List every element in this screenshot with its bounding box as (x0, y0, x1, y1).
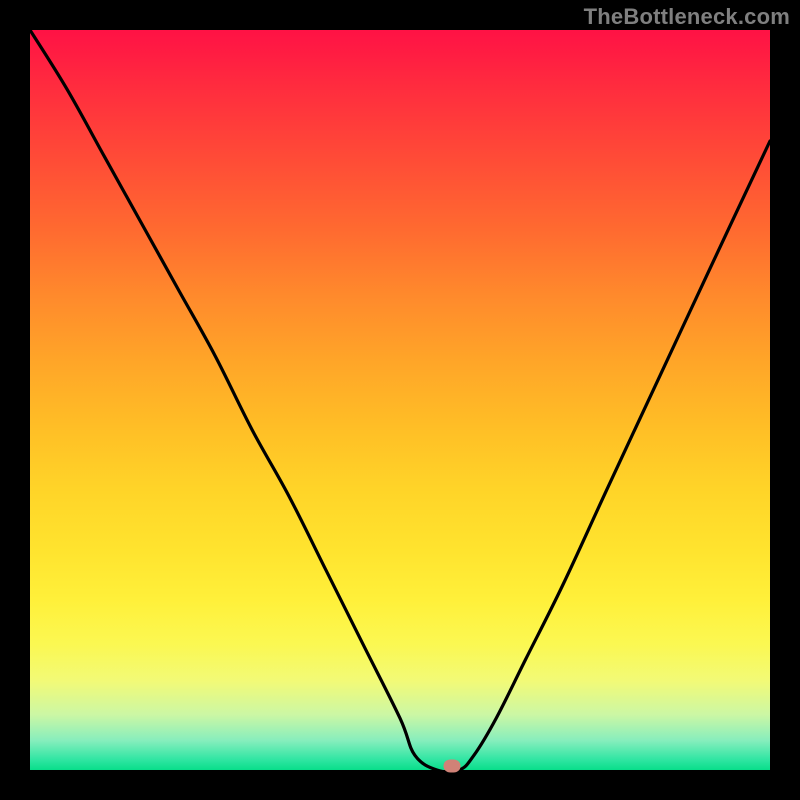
plot-area (30, 30, 770, 770)
chart-frame: TheBottleneck.com (0, 0, 800, 800)
bottleneck-curve (30, 30, 770, 770)
watermark-text: TheBottleneck.com (584, 4, 790, 30)
optimal-point-marker (443, 760, 460, 773)
